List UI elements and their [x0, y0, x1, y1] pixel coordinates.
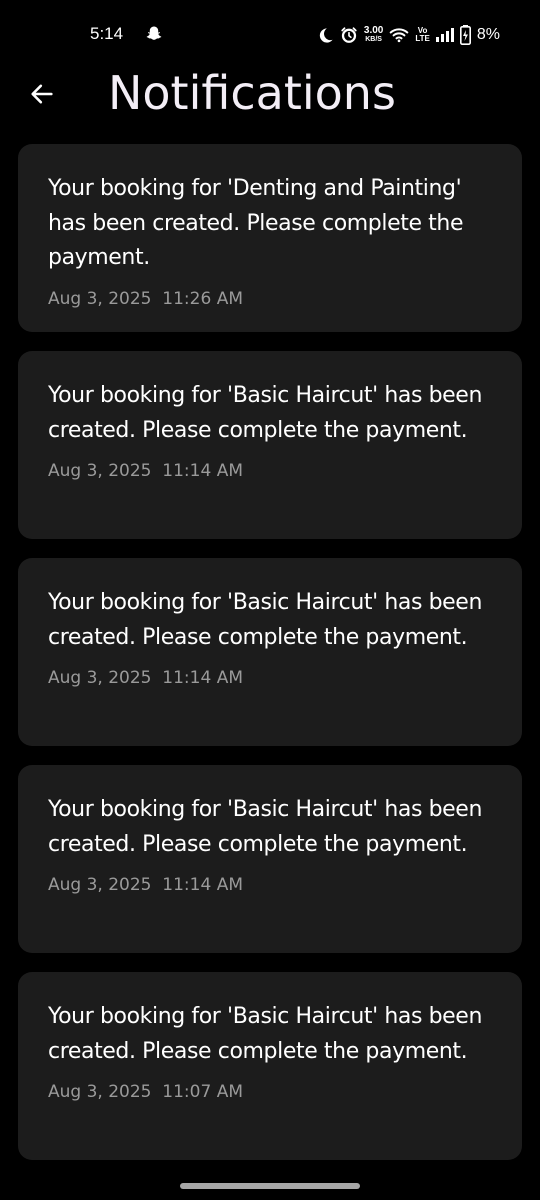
notification-timestamp: Aug 3, 2025 11:14 AM — [48, 461, 243, 481]
arrow-left-icon — [28, 80, 56, 112]
status-time: 5:14 — [90, 24, 124, 43]
network-speed: 3.00 KB/S — [364, 26, 383, 44]
status-icons: 3.00 KB/S Vo LTE 8% — [317, 22, 500, 48]
notification-card[interactable]: Your booking for 'Denting and Painting' … — [18, 144, 522, 332]
notification-card[interactable]: Your booking for 'Basic Haircut' has bee… — [18, 972, 522, 1160]
page-title: Notifications — [108, 66, 396, 120]
notification-message: Your booking for 'Basic Haircut' has bee… — [48, 590, 482, 650]
wifi-icon — [389, 27, 409, 43]
notification-message: Your booking for 'Basic Haircut' has bee… — [48, 383, 482, 443]
volte-bottom: LTE — [415, 34, 430, 43]
snapchat-icon — [145, 25, 163, 43]
notification-timestamp: Aug 3, 2025 11:26 AM — [48, 288, 243, 309]
notification-timestamp: Aug 3, 2025 11:14 AM — [48, 668, 243, 688]
notification-list: Your booking for 'Denting and Painting' … — [18, 144, 522, 1179]
alarm-icon — [340, 26, 358, 44]
notification-message: Your booking for 'Denting and Painting' … — [48, 176, 464, 270]
notification-message: Your booking for 'Basic Haircut' has bee… — [48, 797, 482, 857]
notification-timestamp: Aug 3, 2025 11:07 AM — [48, 1082, 243, 1102]
moon-icon — [317, 27, 334, 44]
network-speed-value: 3.00 — [363, 25, 384, 36]
notification-timestamp: Aug 3, 2025 11:14 AM — [48, 875, 243, 895]
signal-icon — [435, 28, 454, 42]
volte-indicator: Vo LTE — [415, 27, 430, 43]
back-button[interactable] — [24, 78, 60, 114]
notification-card[interactable]: Your booking for 'Basic Haircut' has bee… — [18, 351, 522, 539]
notification-card[interactable]: Your booking for 'Basic Haircut' has bee… — [18, 558, 522, 746]
notification-message: Your booking for 'Basic Haircut' has bee… — [48, 1004, 482, 1064]
app-header: Notifications — [0, 64, 540, 128]
battery-percentage: 8% — [476, 26, 500, 43]
network-speed-unit: KB/S — [365, 36, 382, 43]
notification-card[interactable]: Your booking for 'Basic Haircut' has bee… — [18, 765, 522, 953]
battery-charging-icon — [459, 25, 471, 45]
gesture-navigation-bar[interactable] — [180, 1183, 360, 1189]
status-bar: 5:14 3.00 KB/S Vo LTE 8% — [0, 0, 540, 70]
